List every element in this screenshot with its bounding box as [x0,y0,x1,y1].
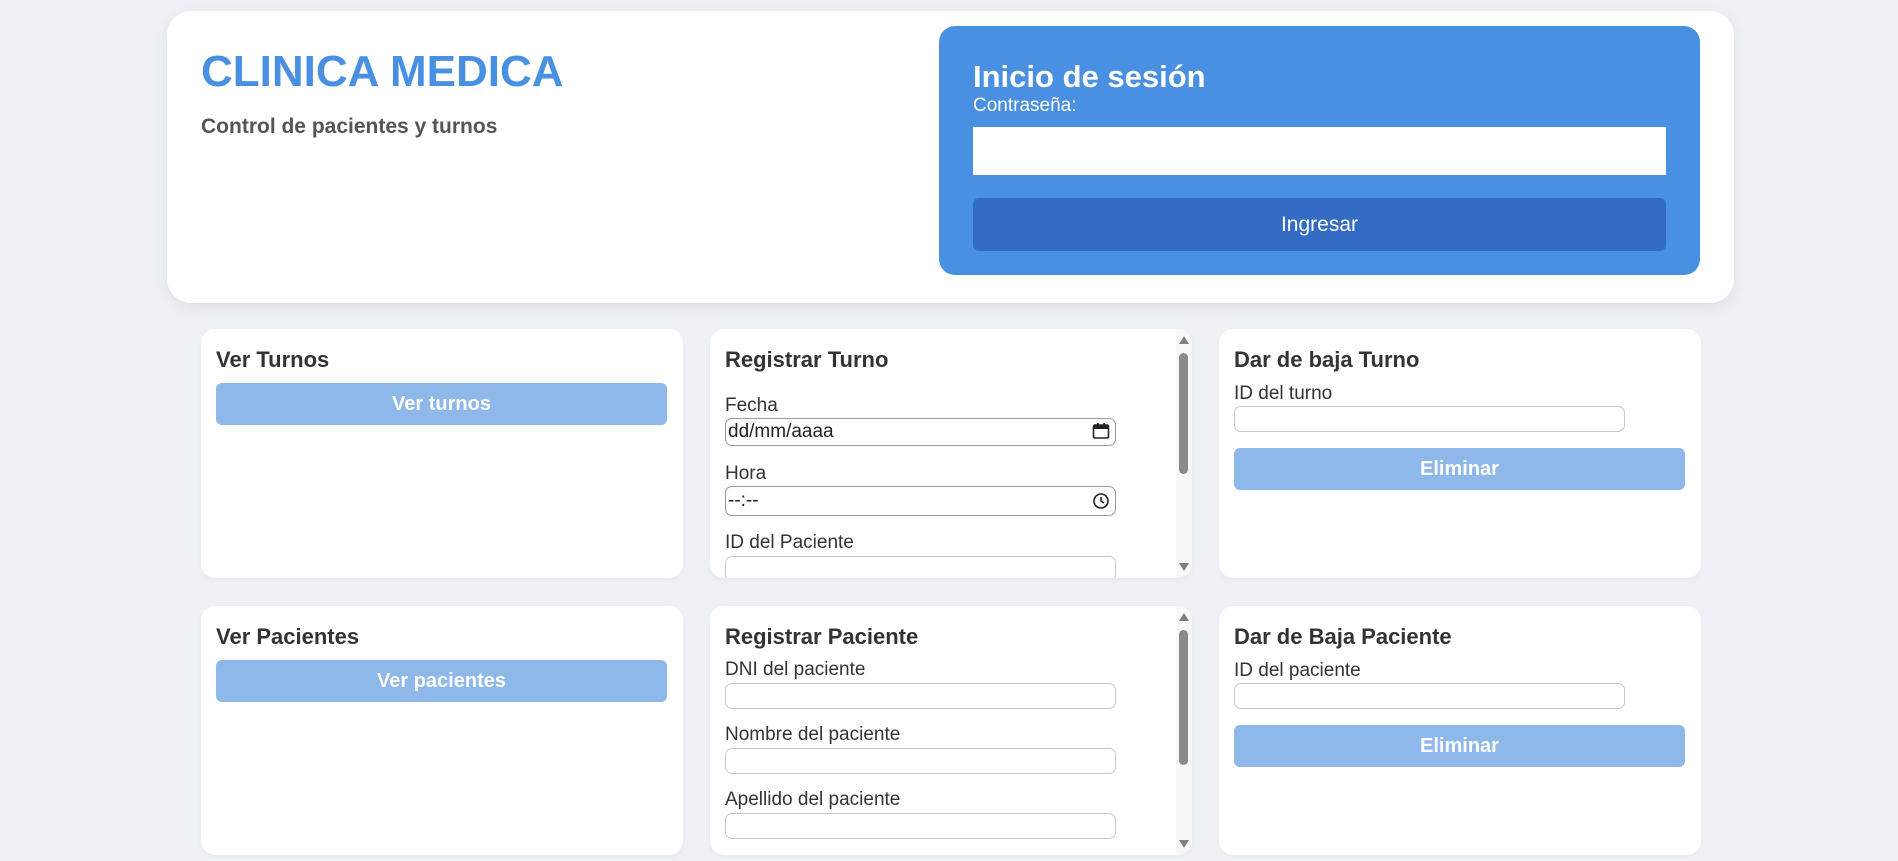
registrar-turno-title: Registrar Turno [725,347,889,372]
hora-label: Hora [725,463,767,484]
fecha-placeholder: dd/mm/aaaa [728,421,834,442]
scroll-down-arrow[interactable] [1179,563,1189,571]
eliminar-turno-button[interactable]: Eliminar [1234,448,1685,490]
password-label: Contraseña: [973,95,1077,116]
ver-pacientes-title: Ver Pacientes [216,624,360,649]
app-title: CLINICA MEDICA [201,47,564,96]
hora-input[interactable]: --:-- [725,486,1116,516]
registrar-turno-scrollbar[interactable] [1176,329,1192,578]
registrar-paciente-card: Registrar Paciente DNI del paciente Nomb… [710,606,1192,855]
clock-icon[interactable] [1092,492,1110,510]
scroll-down-arrow[interactable] [1179,840,1189,848]
registrar-paciente-scrollbar[interactable] [1176,606,1192,855]
scroll-up-arrow[interactable] [1179,336,1189,344]
baja-turno-title: Dar de baja Turno [1234,347,1420,372]
fecha-label: Fecha [725,395,778,416]
calendar-icon[interactable] [1092,422,1110,440]
hora-placeholder: --:-- [728,490,759,511]
app-subtitle: Control de pacientes y turnos [201,115,498,138]
turno-id-input[interactable] [1234,406,1625,432]
baja-turno-card: Dar de baja Turno ID del turno Eliminar [1219,329,1701,578]
ver-turnos-button[interactable]: Ver turnos [216,383,667,425]
paciente-id-input[interactable] [725,556,1116,578]
fecha-input[interactable]: dd/mm/aaaa [725,418,1116,446]
baja-paciente-title: Dar de Baja Paciente [1234,624,1452,649]
ver-pacientes-card: Ver Pacientes Ver pacientes [201,606,683,855]
password-input[interactable] [973,127,1666,175]
nombre-label: Nombre del paciente [725,724,901,745]
dni-label: DNI del paciente [725,659,866,680]
login-submit-button[interactable]: Ingresar [973,198,1666,251]
scroll-up-arrow[interactable] [1179,613,1189,621]
registrar-turno-card: Registrar Turno Fecha dd/mm/aaaa Hora --… [710,329,1192,578]
ver-turnos-title: Ver Turnos [216,347,330,372]
paciente-id-label: ID del Paciente [725,532,854,553]
apellido-label: Apellido del paciente [725,789,901,810]
dni-input[interactable] [725,683,1116,709]
paciente-baja-id-label: ID del paciente [1234,660,1361,681]
ver-pacientes-button[interactable]: Ver pacientes [216,660,667,702]
eliminar-paciente-button[interactable]: Eliminar [1234,725,1685,767]
registrar-paciente-title: Registrar Paciente [725,624,919,649]
paciente-baja-id-input[interactable] [1234,683,1625,709]
nombre-input[interactable] [725,748,1116,774]
login-panel: Inicio de sesión Contraseña: Ingresar [939,26,1700,275]
ver-turnos-card: Ver Turnos Ver turnos [201,329,683,578]
scroll-thumb[interactable] [1179,353,1188,474]
apellido-input[interactable] [725,813,1116,839]
header-panel: CLINICA MEDICA Control de pacientes y tu… [167,11,1734,303]
turno-id-label: ID del turno [1234,383,1333,404]
baja-paciente-card: Dar de Baja Paciente ID del paciente Eli… [1219,606,1701,855]
login-title: Inicio de sesión [973,59,1206,94]
scroll-thumb[interactable] [1179,630,1188,765]
